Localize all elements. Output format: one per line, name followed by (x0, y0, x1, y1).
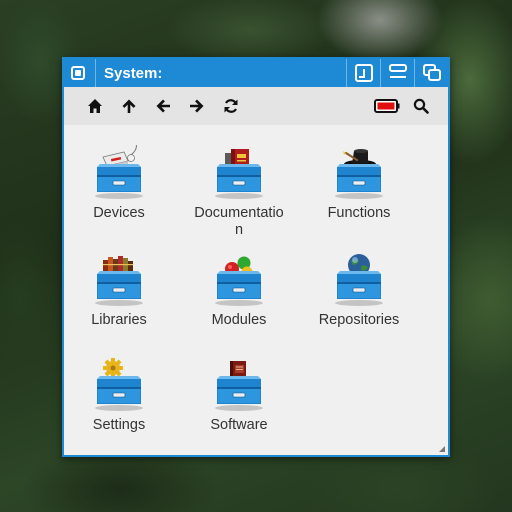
drawer-item-settings[interactable]: Settings (69, 357, 169, 434)
arrow-up-icon (122, 99, 136, 113)
title-buttons (346, 59, 448, 87)
devices-drawer-icon (95, 143, 143, 199)
search-button[interactable] (406, 91, 436, 121)
drawer-item-libraries[interactable]: Libraries (69, 252, 169, 329)
drawer-item-label: Repositories (318, 312, 400, 328)
refresh-icon (224, 99, 238, 113)
settings-drawer-icon (95, 358, 143, 411)
repositories-drawer-icon (335, 254, 383, 306)
parent-folder-button[interactable] (112, 91, 146, 121)
window-title: System: (104, 64, 163, 82)
battery-indicator[interactable] (372, 91, 402, 121)
drawer-item-label: Functions (327, 205, 391, 221)
arrow-left-icon (156, 99, 170, 113)
resize-grip-icon[interactable] (439, 446, 445, 452)
libraries-drawer-icon (95, 256, 143, 306)
close-icon[interactable] (71, 66, 85, 80)
home-button[interactable] (78, 91, 112, 121)
resize-button[interactable] (380, 59, 414, 87)
functions-drawer-icon (335, 149, 383, 199)
drawer-item-functions[interactable]: Functions (309, 145, 409, 222)
drawer-item-modules[interactable]: Modules (189, 252, 289, 329)
drawer-item-software[interactable]: Software (189, 357, 289, 434)
software-drawer-icon (215, 361, 263, 411)
drawer-item-label: Modules (211, 312, 267, 328)
resize-icon (388, 64, 407, 78)
toolbar (64, 87, 448, 125)
drawer-item-label: Devices (93, 205, 145, 221)
drawer-item-repositories[interactable]: Repositories (309, 252, 409, 329)
back-button[interactable] (146, 91, 180, 121)
file-manager-window: System: Devices Documentation Functions … (62, 57, 450, 457)
drawer-item-label: Documentation (194, 205, 284, 238)
drawer-contents: Devices Documentation Functions Librarie… (64, 125, 448, 455)
depth-icon (422, 64, 441, 81)
arrow-right-icon (190, 99, 204, 113)
title-bar[interactable]: System: (64, 59, 448, 87)
battery-icon (374, 99, 400, 113)
depth-button[interactable] (414, 59, 448, 87)
zoom-button[interactable] (346, 59, 380, 87)
drawer-item-label: Libraries (91, 312, 147, 328)
home-icon (88, 99, 102, 113)
refresh-button[interactable] (214, 91, 248, 121)
search-icon (413, 98, 429, 114)
zoom-icon (354, 64, 373, 82)
forward-button[interactable] (180, 91, 214, 121)
documentation-drawer-icon (215, 149, 263, 199)
drawer-item-documentation[interactable]: Documentation (189, 145, 289, 239)
modules-drawer-icon (215, 256, 263, 306)
drawer-item-devices[interactable]: Devices (69, 143, 169, 222)
title-divider (95, 59, 96, 87)
drawer-item-label: Settings (92, 417, 146, 433)
drawer-item-label: Software (210, 417, 268, 433)
